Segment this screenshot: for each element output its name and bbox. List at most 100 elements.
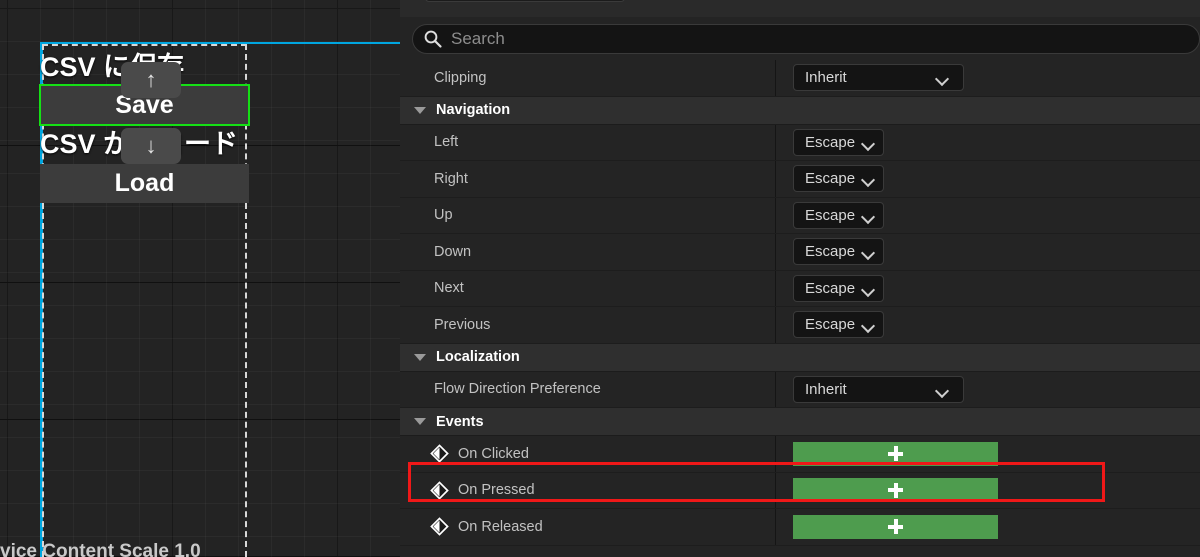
- add-event-binding-button[interactable]: [793, 514, 998, 539]
- event-label: On Released: [458, 518, 543, 535]
- property-row: Flow Direction Preference Inherit: [400, 371, 1200, 408]
- dropdown-value: Escape: [805, 206, 856, 224]
- dropdown-flow-direction-preference[interactable]: Inherit: [793, 375, 964, 403]
- property-value-cell: Escape: [775, 238, 1200, 266]
- dropdown-value: Escape: [805, 133, 856, 151]
- property-label: Previous: [434, 316, 491, 333]
- property-row: Right Escape: [400, 161, 1200, 198]
- event-row: On Released: [400, 509, 1200, 546]
- event-value-cell: [775, 478, 1200, 503]
- property-label: Up: [434, 207, 453, 224]
- column-separator: [775, 234, 776, 270]
- chevron-down-icon: [863, 321, 875, 328]
- property-value-cell: Escape: [775, 128, 1200, 156]
- chevron-down-icon: [937, 386, 949, 393]
- property-label: Right: [434, 170, 468, 187]
- event-name-cell: On Released: [400, 517, 775, 537]
- event-diamond-icon: [430, 444, 449, 464]
- column-separator: [775, 436, 776, 472]
- chevron-down-icon: [937, 74, 949, 81]
- column-separator: [775, 270, 776, 306]
- load-button[interactable]: Load: [40, 164, 249, 203]
- column-separator: [775, 124, 776, 160]
- section-header-events[interactable]: Events: [400, 408, 1200, 436]
- property-row: Up Escape: [400, 197, 1200, 234]
- plus-icon: [888, 446, 903, 462]
- event-value-cell: [775, 514, 1200, 539]
- property-value-cell: Escape: [775, 165, 1200, 193]
- dropdown-right[interactable]: Escape: [793, 165, 885, 193]
- dropdown-value: Escape: [805, 279, 856, 297]
- column-separator: [775, 60, 776, 96]
- column-separator: [775, 472, 776, 508]
- dropdown-next[interactable]: Escape: [793, 274, 885, 302]
- chevron-down-icon[interactable]: [414, 353, 426, 361]
- property-value-cell: Escape: [775, 311, 1200, 339]
- event-name-cell: On Clicked: [400, 444, 775, 464]
- chevron-down-icon[interactable]: [414, 418, 426, 425]
- chevron-down-icon: [863, 285, 875, 292]
- event-row: On Clicked: [400, 436, 1200, 473]
- event-value-cell: [775, 441, 1200, 466]
- column-separator: [775, 307, 776, 343]
- plus-icon: [888, 519, 903, 535]
- plus-icon: [888, 482, 903, 498]
- chevron-down-icon: [863, 212, 875, 219]
- details-rows-container: Clipping Inherit Navigation Left Escape Right…: [400, 60, 1200, 546]
- section-header-localization[interactable]: Localization: [400, 343, 1200, 372]
- add-event-binding-button[interactable]: [793, 441, 998, 466]
- chevron-down-icon: [863, 175, 875, 182]
- property-row: Down Escape: [400, 234, 1200, 271]
- property-value-cell: Escape: [775, 201, 1200, 229]
- event-diamond-icon: [430, 480, 449, 500]
- search-icon: [424, 30, 442, 48]
- chevron-down-icon[interactable]: [414, 106, 426, 114]
- dropdown-value: Inherit: [805, 69, 847, 87]
- section-title: Localization: [436, 349, 520, 365]
- property-row: Clipping Inherit: [400, 60, 1200, 97]
- property-value-cell: Inherit: [775, 375, 1200, 403]
- move-up-handle[interactable]: ↑: [121, 62, 181, 98]
- unreal-umg-editor: CSV に保存 Save CSV からロード Load ↑ ↓ vice Con…: [0, 0, 1200, 557]
- event-label: On Pressed: [458, 482, 535, 499]
- search-input[interactable]: [451, 26, 1199, 52]
- details-panel-top-band: [400, 0, 1200, 17]
- dropdown-left[interactable]: Escape: [793, 128, 885, 156]
- umg-designer-canvas[interactable]: CSV に保存 Save CSV からロード Load ↑ ↓ vice Con…: [0, 0, 400, 557]
- device-content-scale-label: vice Content Scale 1.0: [0, 541, 201, 557]
- dropdown-down[interactable]: Escape: [793, 238, 885, 266]
- dropdown-value: Escape: [805, 316, 856, 334]
- dropdown-previous[interactable]: Escape: [793, 311, 885, 339]
- property-label: Down: [434, 243, 472, 260]
- section-title: Events: [436, 413, 484, 430]
- dropdown-value: Inherit: [805, 380, 847, 398]
- property-label: Clipping: [434, 69, 487, 86]
- property-value-cell: Escape: [775, 274, 1200, 302]
- property-label: Next: [434, 280, 464, 297]
- move-down-handle[interactable]: ↓: [121, 128, 181, 164]
- property-label: Flow Direction Preference: [434, 381, 601, 398]
- details-panel: ClippingInheritNavigationLeftEscapeRight…: [400, 0, 1200, 557]
- property-row: Previous Escape: [400, 307, 1200, 344]
- property-label: Left: [434, 134, 459, 151]
- property-row: Left Escape: [400, 124, 1200, 161]
- search-bar[interactable]: [412, 24, 1200, 54]
- dropdown-value: Escape: [805, 243, 856, 261]
- column-separator: [775, 197, 776, 233]
- details-panel-partial-control[interactable]: [425, 0, 625, 2]
- event-diamond-icon: [430, 517, 449, 537]
- column-separator: [775, 371, 776, 407]
- section-title: Navigation: [436, 102, 511, 118]
- chevron-down-icon: [863, 139, 875, 146]
- column-separator: [775, 509, 776, 545]
- property-value-cell: Inherit: [775, 64, 1200, 92]
- dropdown-up[interactable]: Escape: [793, 201, 885, 229]
- add-event-binding-button[interactable]: [793, 478, 998, 503]
- event-label: On Clicked: [458, 445, 529, 462]
- dropdown-clipping[interactable]: Inherit: [793, 64, 964, 92]
- section-header-navigation[interactable]: Navigation: [400, 96, 1200, 125]
- chevron-down-icon: [863, 248, 875, 255]
- column-separator: [775, 161, 776, 197]
- dropdown-value: Escape: [805, 170, 856, 188]
- event-row: On Pressed: [400, 472, 1200, 509]
